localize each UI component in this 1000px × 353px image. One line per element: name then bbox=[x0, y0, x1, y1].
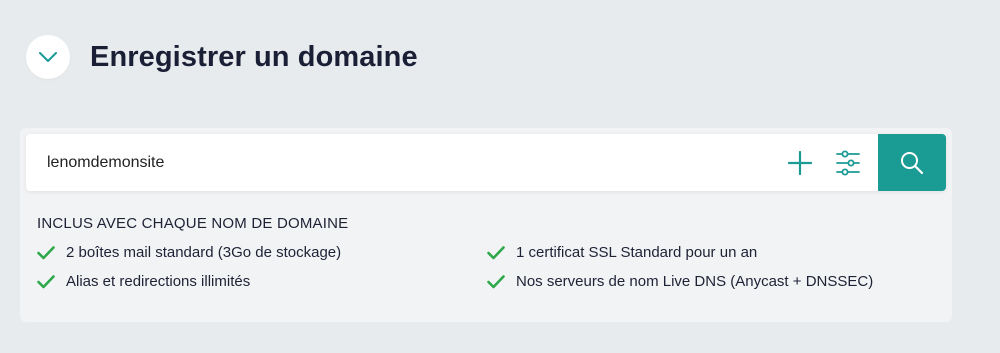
domain-search-input[interactable] bbox=[26, 133, 782, 192]
chevron-down-icon bbox=[39, 52, 57, 62]
check-icon bbox=[487, 245, 505, 261]
domain-search-panel: INCLUS AVEC CHAQUE NOM DE DOMAINE 2 boît… bbox=[20, 128, 952, 322]
feature-item: Nos serveurs de nom Live DNS (Anycast + … bbox=[487, 273, 873, 290]
feature-item: 2 boîtes mail standard (3Go de stockage) bbox=[37, 244, 341, 261]
check-icon bbox=[37, 245, 55, 261]
search-icon bbox=[901, 151, 924, 174]
search-bar bbox=[26, 133, 946, 192]
check-icon bbox=[37, 274, 55, 290]
feature-label: Nos serveurs de nom Live DNS (Anycast + … bbox=[516, 273, 874, 290]
search-button[interactable] bbox=[878, 134, 946, 191]
check-icon bbox=[487, 274, 505, 290]
plus-icon bbox=[788, 150, 812, 175]
add-domain-button[interactable] bbox=[782, 145, 818, 181]
feature-label: 1 certificat SSL Standard pour un an bbox=[516, 244, 758, 261]
feature-label: 2 boîtes mail standard (3Go de stockage) bbox=[66, 244, 342, 261]
page-title: Enregistrer un domaine bbox=[90, 40, 418, 73]
filter-options-button[interactable] bbox=[830, 145, 866, 181]
included-features-title: INCLUS AVEC CHAQUE NOM DE DOMAINE bbox=[37, 215, 349, 232]
feature-item: 1 certificat SSL Standard pour un an bbox=[487, 244, 757, 261]
sliders-icon bbox=[836, 150, 860, 175]
section-header: Enregistrer un domaine bbox=[26, 35, 418, 79]
feature-item: Alias et redirections illimités bbox=[37, 273, 250, 290]
feature-label: Alias et redirections illimités bbox=[66, 273, 251, 290]
collapse-toggle-button[interactable] bbox=[26, 35, 70, 79]
